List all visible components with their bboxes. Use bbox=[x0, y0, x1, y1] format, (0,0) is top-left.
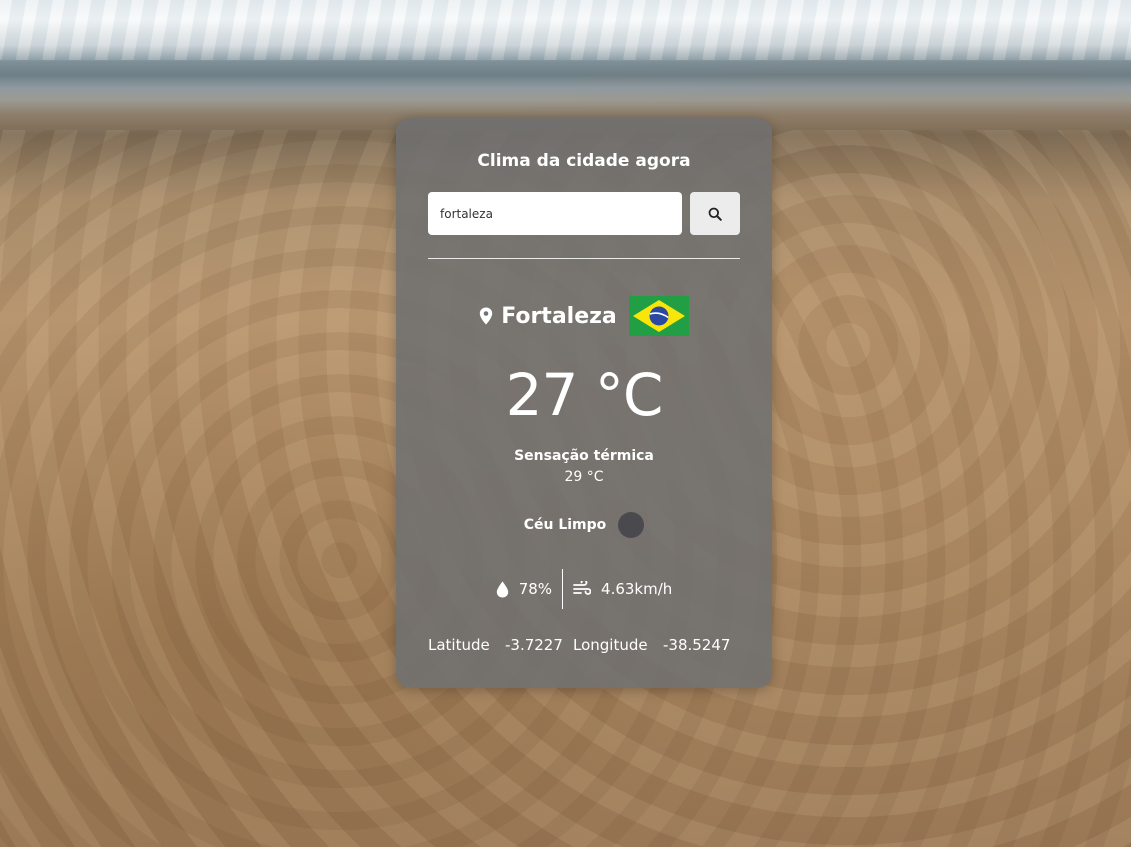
search-button[interactable] bbox=[690, 192, 740, 235]
divider bbox=[428, 258, 740, 259]
brazil-flag-icon bbox=[628, 296, 689, 336]
city-name: Fortaleza bbox=[501, 303, 617, 329]
humidity-value: 78% bbox=[518, 580, 553, 598]
longitude-value: -38.5247 bbox=[663, 636, 731, 654]
city-search-input[interactable] bbox=[428, 192, 682, 235]
location-pin-icon bbox=[480, 307, 493, 325]
humidity-stat: 78% bbox=[496, 580, 552, 598]
wind-icon bbox=[573, 581, 592, 595]
stats-divider bbox=[562, 569, 564, 609]
droplet-icon bbox=[496, 581, 508, 597]
wind-value: 4.63km/h bbox=[601, 580, 673, 598]
city-row: Fortaleza bbox=[396, 294, 772, 338]
longitude-label: Longitude bbox=[573, 636, 648, 654]
search-icon bbox=[708, 207, 722, 221]
wind-stat: 4.63km/h bbox=[573, 580, 672, 598]
stats-row: 78% 4.63km/h bbox=[396, 568, 772, 610]
condition-text: Céu Limpo bbox=[523, 517, 607, 533]
app-title: Clima da cidade agora bbox=[477, 151, 691, 171]
latitude-value: -3.7227 bbox=[505, 636, 563, 654]
coordinates-row: Latitude -3.7227 Longitude -38.5247 bbox=[428, 636, 758, 654]
feels-like-value: 29 °C bbox=[564, 469, 604, 485]
clear-sky-icon bbox=[618, 512, 645, 538]
weather-card: Clima da cidade agora Fortaleza 27 °C Se… bbox=[396, 118, 772, 688]
temperature: 27 °C bbox=[505, 361, 664, 429]
latitude-label: Latitude bbox=[428, 636, 490, 654]
feels-like-label: Sensação térmica bbox=[514, 448, 654, 464]
condition-row: Céu Limpo bbox=[396, 510, 772, 540]
